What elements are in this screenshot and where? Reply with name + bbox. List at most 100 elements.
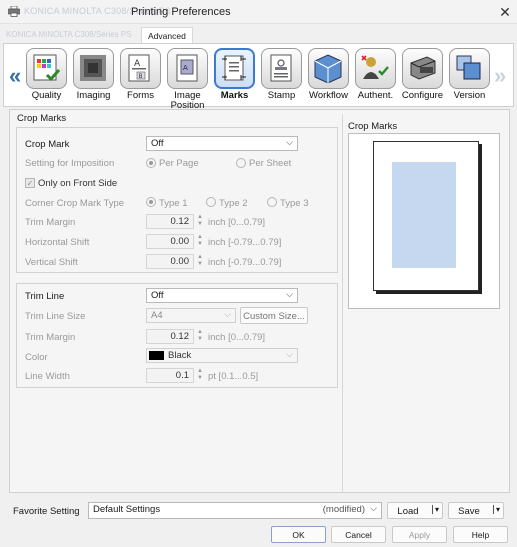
tab-workflow[interactable]: Workflow: [305, 47, 352, 107]
vertical-shift-input[interactable]: 0.00: [146, 254, 194, 269]
trim-margin-unit: inch [0...0.79]: [208, 217, 266, 228]
vertical-shift-spinner[interactable]: ▲ ▼: [195, 254, 205, 269]
favorite-status: (modified): [322, 504, 365, 515]
cancel-button[interactable]: Cancel: [331, 526, 386, 543]
imposition-label: Setting for Imposition: [25, 158, 115, 169]
configure-icon: [410, 56, 436, 80]
feature-toolbar: « » Quality Imaging A B Forms A Image Po…: [3, 43, 514, 111]
favorite-setting-value: Default Settings: [93, 504, 161, 515]
crop-marks-section-title: Crop Marks: [17, 113, 67, 124]
custom-size-button[interactable]: Custom Size...: [240, 307, 308, 324]
type2-label: Type 2: [219, 198, 248, 209]
favorite-setting-label: Favorite Setting: [13, 506, 80, 517]
per-page-label: Per Page: [159, 158, 199, 169]
favorite-setting-select[interactable]: Default Settings (modified) ⌵: [88, 502, 382, 519]
tab-strip: KONICA MINOLTA C308/Series PS Advanced: [0, 24, 517, 44]
tab-stamp[interactable]: Stamp: [258, 47, 305, 107]
trim-line-margin-unit: inch [0...0.79]: [208, 332, 266, 343]
version-icon: [456, 55, 481, 80]
trim-line-value: Off: [151, 290, 164, 301]
tab-image-position[interactable]: A Image Position: [164, 47, 211, 111]
trim-line-margin-label: Trim Margin: [25, 332, 76, 343]
apply-button[interactable]: Apply: [392, 526, 447, 543]
chevron-down-icon: ⌵: [286, 137, 293, 147]
forms-icon: A B: [128, 54, 150, 82]
chevron-down-icon: ⌵: [224, 309, 231, 319]
window-title: Printing Preferences: [131, 6, 231, 18]
trim-margin-input[interactable]: 0.12: [146, 214, 194, 229]
scroll-right-icon[interactable]: »: [494, 63, 506, 89]
tab-authentication[interactable]: Authent.: [352, 47, 399, 107]
line-width-label: Line Width: [25, 371, 70, 382]
tab-quality[interactable]: Quality: [23, 47, 70, 107]
panel-divider: [342, 114, 343, 492]
trim-line-size-select[interactable]: A4 ⌵: [146, 308, 236, 323]
trim-line-margin-spinner[interactable]: ▲ ▼: [195, 329, 205, 344]
help-button[interactable]: Help: [453, 526, 508, 543]
trim-line-margin-input[interactable]: 0.12: [146, 329, 194, 344]
imaging-icon: [80, 55, 106, 81]
type3-radio[interactable]: [267, 197, 277, 207]
trim-margin-label: Trim Margin: [25, 217, 76, 228]
color-value: Black: [168, 350, 192, 361]
preview-title: Crop Marks: [348, 121, 398, 132]
load-button[interactable]: Load ▾: [387, 502, 443, 519]
load-button-label: Load: [397, 506, 419, 517]
save-button-label: Save: [458, 506, 480, 517]
type1-radio[interactable]: [146, 197, 156, 207]
type2-radio[interactable]: [206, 197, 216, 207]
port-name: KONICA MINOLTA C308/Series PS: [6, 30, 132, 39]
scroll-left-icon[interactable]: «: [9, 63, 21, 89]
type3-label: Type 3: [280, 198, 309, 209]
tab-marks[interactable]: Marks: [211, 47, 258, 107]
printer-icon: [8, 6, 20, 17]
trim-margin-spinner[interactable]: ▲ ▼: [195, 214, 205, 229]
chevron-down-icon: ⌵: [370, 503, 377, 513]
tab-imaging[interactable]: Imaging: [70, 47, 117, 107]
horizontal-shift-label: Horizontal Shift: [25, 237, 90, 248]
line-width-input[interactable]: 0.1: [146, 368, 194, 383]
svg-text:B: B: [139, 73, 143, 80]
trim-line-select[interactable]: Off ⌵: [146, 288, 298, 303]
line-width-spinner[interactable]: ▲ ▼: [195, 368, 205, 383]
tab-configure[interactable]: Configure: [399, 47, 446, 107]
tab-version[interactable]: Version: [446, 47, 493, 107]
image-position-icon: A: [176, 54, 198, 82]
only-front-label: Only on Front Side: [38, 178, 118, 189]
crop-mark-value: Off: [151, 138, 164, 149]
workflow-icon: [314, 54, 342, 83]
close-icon[interactable]: ✕: [497, 4, 513, 21]
load-dropdown-icon[interactable]: ▾: [431, 505, 439, 514]
horizontal-shift-spinner[interactable]: ▲ ▼: [195, 234, 205, 249]
chevron-down-icon: ⌵: [286, 349, 293, 359]
svg-text:A: A: [134, 59, 141, 69]
preview-pane: [348, 133, 500, 309]
horizontal-shift-input[interactable]: 0.00: [146, 234, 194, 249]
crop-mark-label: Crop Mark: [25, 139, 70, 150]
color-select[interactable]: Black ⌵: [146, 348, 298, 363]
per-page-radio[interactable]: [146, 158, 156, 168]
per-sheet-label: Per Sheet: [249, 158, 292, 169]
save-button[interactable]: Save ▾: [448, 502, 504, 519]
vertical-shift-label: Vertical Shift: [25, 257, 78, 268]
per-sheet-radio[interactable]: [236, 158, 246, 168]
color-label: Color: [25, 352, 48, 363]
trim-line-label: Trim Line: [25, 291, 65, 302]
crop-mark-select[interactable]: Off ⌵: [146, 136, 298, 151]
tab-advanced[interactable]: Advanced: [141, 27, 193, 43]
color-swatch: [149, 351, 164, 360]
chevron-down-icon: ⌵: [286, 289, 293, 299]
trim-line-size-value: A4: [151, 310, 163, 321]
title-bar: KONICA MINOLTA C308/Series PS Printing P…: [0, 0, 517, 24]
preview-print-area: [392, 162, 456, 268]
type1-label: Type 1: [159, 198, 188, 209]
authentication-icon: [361, 55, 389, 79]
vertical-shift-unit: inch [-0.79...0.79]: [208, 257, 282, 268]
line-width-unit: pt [0.1...0.5]: [208, 371, 259, 382]
svg-text:A: A: [183, 64, 188, 72]
corner-type-label: Corner Crop Mark Type: [25, 198, 125, 209]
only-front-checkbox[interactable]: ✓: [25, 178, 35, 188]
save-dropdown-icon[interactable]: ▾: [492, 505, 500, 514]
tab-forms[interactable]: A B Forms: [117, 47, 164, 107]
ok-button[interactable]: OK: [271, 526, 326, 543]
